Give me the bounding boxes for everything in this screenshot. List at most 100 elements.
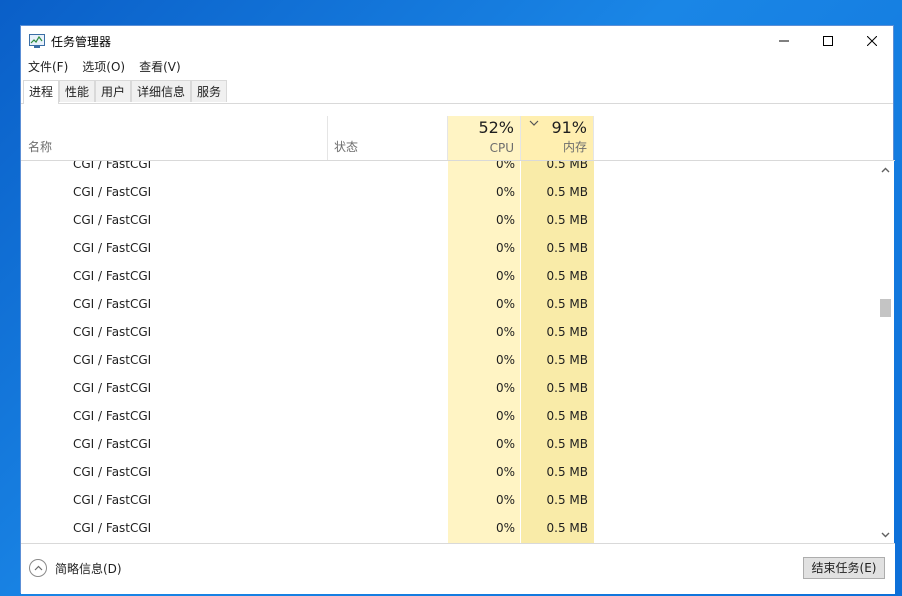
table-row[interactable]: CGI / FastCGI 0% 0.5 MB bbox=[21, 514, 877, 542]
end-task-button[interactable]: 结束任务(E) bbox=[803, 557, 885, 579]
tab-strip: 进程 性能 用户 详细信息 服务 bbox=[21, 80, 893, 104]
column-header: 名称 状态 52% CPU 91% 内存 bbox=[21, 116, 895, 161]
chevron-up-icon bbox=[881, 167, 890, 172]
menu-options[interactable]: 选项(O) bbox=[75, 56, 132, 78]
table-row[interactable]: CGI / FastCGI 0% 0.5 MB bbox=[21, 430, 877, 458]
column-status[interactable]: 状态 bbox=[328, 116, 448, 160]
tab-processes[interactable]: 进程 bbox=[23, 80, 59, 104]
table-row[interactable]: CGI / FastCGI 0% 0.5 MB bbox=[21, 262, 877, 290]
task-manager-icon bbox=[29, 34, 45, 48]
tab-details[interactable]: 详细信息 bbox=[131, 80, 191, 102]
process-cpu: 0% bbox=[495, 353, 515, 367]
process-cpu: 0% bbox=[495, 521, 515, 535]
menu-file[interactable]: 文件(F) bbox=[21, 56, 75, 78]
scroll-up-button[interactable] bbox=[877, 161, 894, 178]
scroll-down-button[interactable] bbox=[877, 526, 894, 543]
vertical-scrollbar[interactable] bbox=[877, 161, 894, 543]
process-memory: 0.5 MB bbox=[546, 353, 588, 367]
process-name: CGI / FastCGI bbox=[73, 409, 152, 423]
table-row[interactable]: CGI / FastCGI 0% 0.5 MB bbox=[21, 318, 877, 346]
process-memory: 0.5 MB bbox=[546, 325, 588, 339]
memory-percent: 91% bbox=[551, 118, 587, 137]
process-cpu: 0% bbox=[495, 409, 515, 423]
chevron-down-icon bbox=[881, 532, 890, 537]
fewer-details-button[interactable]: 简略信息(D) bbox=[29, 557, 122, 579]
cpu-percent: 52% bbox=[478, 118, 514, 137]
process-memory: 0.5 MB bbox=[546, 465, 588, 479]
process-name: CGI / FastCGI bbox=[73, 325, 152, 339]
fewer-details-label: 简略信息(D) bbox=[55, 561, 122, 576]
process-name: CGI / FastCGI bbox=[73, 185, 152, 199]
process-name: CGI / FastCGI bbox=[73, 297, 152, 311]
column-cpu[interactable]: 52% CPU bbox=[448, 116, 521, 160]
process-cpu: 0% bbox=[495, 493, 515, 507]
process-name: CGI / FastCGI bbox=[73, 493, 152, 507]
close-icon bbox=[867, 36, 877, 46]
process-name: CGI / FastCGI bbox=[73, 213, 152, 227]
table-row[interactable]: CGI / FastCGI 0% 0.5 MB bbox=[21, 486, 877, 514]
title-bar[interactable]: 任务管理器 bbox=[21, 26, 893, 56]
process-memory: 0.5 MB bbox=[546, 297, 588, 311]
process-cpu: 0% bbox=[495, 161, 515, 171]
maximize-button[interactable] bbox=[805, 26, 851, 56]
process-cpu: 0% bbox=[495, 297, 515, 311]
process-name: CGI / FastCGI bbox=[73, 381, 152, 395]
footer: 简略信息(D) 结束任务(E) bbox=[21, 543, 895, 594]
process-memory: 0.5 MB bbox=[546, 213, 588, 227]
process-cpu: 0% bbox=[495, 213, 515, 227]
maximize-icon bbox=[823, 36, 833, 46]
minimize-icon bbox=[779, 40, 789, 42]
process-memory: 0.5 MB bbox=[546, 269, 588, 283]
process-cpu: 0% bbox=[495, 381, 515, 395]
process-cpu: 0% bbox=[495, 465, 515, 479]
process-memory: 0.5 MB bbox=[546, 241, 588, 255]
table-row[interactable]: CGI / FastCGI 0% 0.5 MB bbox=[21, 206, 877, 234]
window-title: 任务管理器 bbox=[51, 35, 112, 49]
table-row[interactable]: CGI / FastCGI 0% 0.5 MB bbox=[21, 346, 877, 374]
process-cpu: 0% bbox=[495, 437, 515, 451]
table-row[interactable]: CGI / FastCGI 0% 0.5 MB bbox=[21, 161, 877, 178]
table-row[interactable]: CGI / FastCGI 0% 0.5 MB bbox=[21, 290, 877, 318]
process-cpu: 0% bbox=[495, 269, 515, 283]
menu-view[interactable]: 查看(V) bbox=[132, 56, 188, 78]
task-manager-window: 任务管理器 文件(F) 选项(O) 查看(V) 进程 性能 用户 详细信息 服务… bbox=[20, 25, 895, 594]
column-memory-label: 内存 bbox=[562, 140, 587, 154]
process-name: CGI / FastCGI bbox=[73, 465, 152, 479]
process-memory: 0.5 MB bbox=[546, 185, 588, 199]
process-name: CGI / FastCGI bbox=[73, 521, 152, 535]
chevron-down-icon bbox=[529, 120, 539, 126]
column-status-label: 状态 bbox=[334, 140, 359, 154]
process-name: CGI / FastCGI bbox=[73, 353, 152, 367]
tab-performance[interactable]: 性能 bbox=[59, 80, 95, 102]
table-row[interactable]: CGI / FastCGI 0% 0.5 MB bbox=[21, 374, 877, 402]
process-name: CGI / FastCGI bbox=[73, 241, 152, 255]
chevron-up-circle-icon bbox=[29, 559, 47, 577]
table-row[interactable]: CGI / FastCGI 0% 0.5 MB bbox=[21, 178, 877, 206]
column-memory[interactable]: 91% 内存 bbox=[521, 116, 594, 160]
column-name[interactable]: 名称 bbox=[21, 116, 328, 160]
close-button[interactable] bbox=[849, 26, 895, 56]
process-cpu: 0% bbox=[495, 185, 515, 199]
process-cpu: 0% bbox=[495, 241, 515, 255]
table-row[interactable]: CGI / FastCGI 0% 0.5 MB bbox=[21, 458, 877, 486]
column-cpu-label: CPU bbox=[489, 141, 514, 155]
process-name: CGI / FastCGI bbox=[73, 437, 152, 451]
table-row[interactable]: CGI / FastCGI 0% 0.5 MB bbox=[21, 234, 877, 262]
process-memory: 0.5 MB bbox=[546, 493, 588, 507]
tab-users[interactable]: 用户 bbox=[95, 80, 131, 102]
minimize-button[interactable] bbox=[761, 26, 807, 56]
process-memory: 0.5 MB bbox=[546, 521, 588, 535]
process-cpu: 0% bbox=[495, 325, 515, 339]
process-list: CGI / FastCGI 0% 0.5 MB CGI / FastCGI 0% 0.5 … bbox=[21, 161, 877, 543]
tab-services[interactable]: 服务 bbox=[191, 80, 227, 102]
process-memory: 0.5 MB bbox=[546, 409, 588, 423]
process-memory: 0.5 MB bbox=[546, 381, 588, 395]
scroll-thumb[interactable] bbox=[880, 299, 891, 317]
menu-bar: 文件(F) 选项(O) 查看(V) bbox=[21, 56, 893, 78]
column-name-label: 名称 bbox=[28, 140, 53, 154]
process-name: CGI / FastCGI bbox=[73, 269, 152, 283]
table-row[interactable]: CGI / FastCGI 0% 0.5 MB bbox=[21, 402, 877, 430]
process-name: CGI / FastCGI bbox=[73, 161, 152, 171]
process-memory: 0.5 MB bbox=[546, 161, 588, 171]
process-memory: 0.5 MB bbox=[546, 437, 588, 451]
